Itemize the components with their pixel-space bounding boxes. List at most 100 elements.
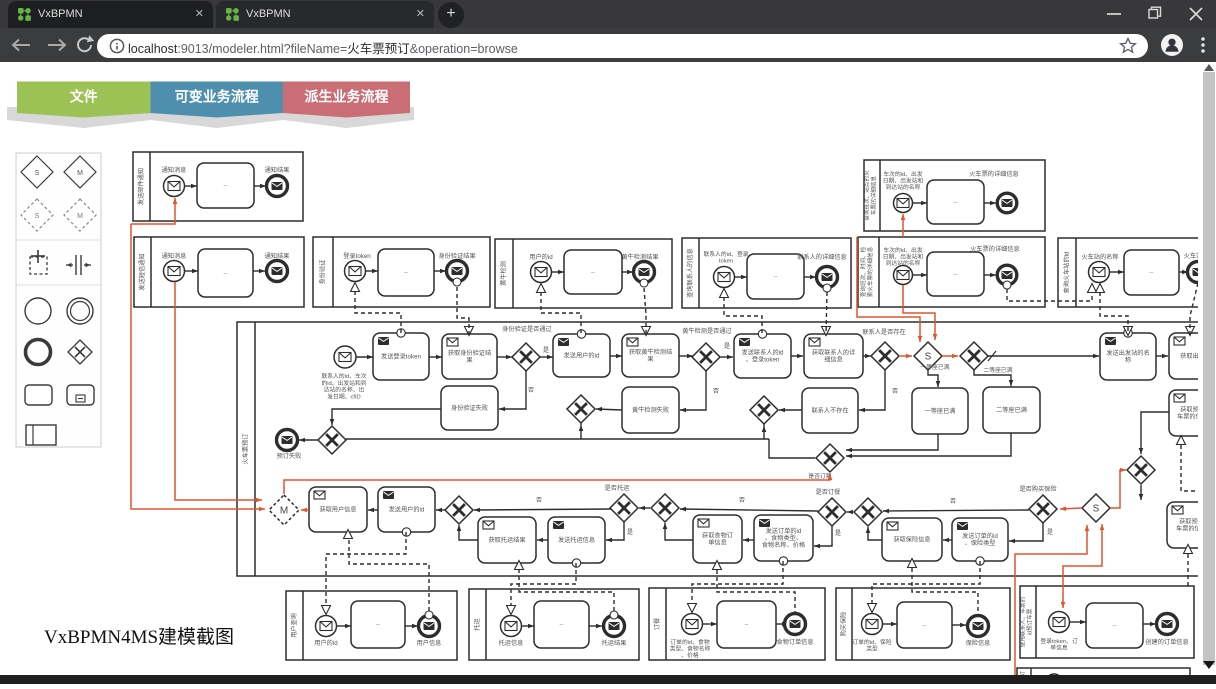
svg-text:发送出发站的名: 发送出发站的名 bbox=[1106, 349, 1149, 357]
svg-text:车次的id、出发: 车次的id、出发 bbox=[883, 246, 922, 254]
svg-text:–: – bbox=[923, 622, 927, 629]
svg-text:细信息: 细信息 bbox=[824, 356, 843, 364]
svg-text:黄牛检测: 黄牛检测 bbox=[500, 261, 508, 286]
svg-text:托运: 托运 bbox=[473, 618, 481, 630]
svg-text:订单的id、保险: 订单的id、保险 bbox=[852, 638, 891, 646]
svg-text:订单的id、食物: 订单的id、食物 bbox=[670, 638, 709, 646]
svg-text:黄牛检测失败: 黄牛检测失败 bbox=[632, 406, 669, 414]
svg-text:通知消息: 通知消息 bbox=[162, 252, 187, 260]
svg-text:到达站的名称: 到达站的名称 bbox=[886, 183, 921, 191]
svg-text:是: 是 bbox=[724, 343, 730, 350]
svg-text:发送邮件通知: 发送邮件通知 bbox=[137, 168, 145, 205]
svg-text:用户的id: 用户的id bbox=[529, 253, 553, 261]
svg-text:可变业务流程: 可变业务流程 bbox=[175, 89, 259, 105]
svg-text:索火车票的详细信息: 索火车票的详细信息 bbox=[866, 246, 874, 297]
svg-text:购买保险: 购买保险 bbox=[840, 611, 848, 637]
svg-text:、登录token: 、登录token bbox=[746, 356, 780, 364]
svg-text:否: 否 bbox=[892, 388, 898, 395]
svg-text:查询火车站的id: 查询火车站的id bbox=[1063, 251, 1071, 293]
svg-text:火车票预订: 火车票预订 bbox=[242, 434, 250, 465]
svg-text:VxBPMN4MS建模截图: VxBPMN4MS建模截图 bbox=[44, 626, 234, 648]
svg-text:是: 是 bbox=[627, 529, 633, 536]
svg-text:使用联系人、车票的: 使用联系人、车票的 bbox=[1019, 596, 1027, 647]
svg-text:获取托运结果: 获取托运结果 bbox=[488, 536, 525, 544]
svg-text:发送用户的id: 发送用户的id bbox=[389, 506, 425, 514]
svg-text:联系人的详细信息: 联系人的详细信息 bbox=[797, 253, 847, 261]
svg-text:–: – bbox=[404, 270, 408, 277]
svg-text:托运信息: 托运信息 bbox=[499, 639, 524, 647]
svg-text:登录token、订: 登录token、订 bbox=[1040, 637, 1078, 645]
svg-text:否: 否 bbox=[950, 498, 956, 505]
svg-text:一等座已满: 一等座已满 bbox=[921, 363, 950, 371]
svg-text:通知结果: 通知结果 bbox=[265, 252, 290, 260]
svg-text:类型: 类型 bbox=[866, 645, 878, 653]
svg-text:单信息: 单信息 bbox=[708, 539, 727, 547]
svg-text:食物名称、价格: 食物名称、价格 bbox=[762, 541, 806, 549]
svg-text:联系人的id、车次: 联系人的id、车次 bbox=[321, 372, 366, 380]
svg-text:S: S bbox=[925, 352, 932, 363]
svg-text:用户信息: 用户信息 bbox=[417, 639, 442, 647]
svg-text:M: M bbox=[280, 506, 288, 517]
svg-text:日期、出发站和: 日期、出发站和 bbox=[883, 253, 924, 261]
svg-text:发送短信通知: 发送短信通知 bbox=[138, 253, 146, 290]
svg-text:token: token bbox=[719, 259, 733, 265]
svg-text:获取黄牛检测结: 获取黄牛检测结 bbox=[629, 348, 672, 356]
svg-text:、食物类型、: 、食物类型、 bbox=[765, 534, 802, 542]
svg-text:查询联系人的信息: 查询联系人的信息 bbox=[686, 248, 694, 298]
svg-text:用户查询: 用户查询 bbox=[290, 613, 298, 638]
svg-text:M: M bbox=[77, 213, 83, 220]
svg-text:否: 否 bbox=[528, 387, 534, 394]
svg-text:否: 否 bbox=[713, 388, 719, 395]
svg-text:S: S bbox=[35, 213, 40, 220]
svg-text:发送用户的id: 发送用户的id bbox=[564, 352, 600, 360]
svg-text:联系人是否存在: 联系人是否存在 bbox=[862, 328, 905, 336]
svg-text:–: – bbox=[376, 622, 380, 629]
svg-text:是: 是 bbox=[835, 530, 841, 537]
svg-text:单信息: 单信息 bbox=[1050, 644, 1068, 652]
svg-text:果: 果 bbox=[647, 356, 653, 363]
svg-text:否: 否 bbox=[739, 497, 745, 504]
svg-text:是: 是 bbox=[1047, 529, 1053, 536]
svg-text:发日期、cfID: 发日期、cfID bbox=[327, 392, 361, 400]
svg-text:是否购买保险: 是否购买保险 bbox=[1019, 485, 1057, 493]
svg-text:–: – bbox=[591, 269, 595, 276]
svg-text:的id、出发站和到: 的id、出发站和到 bbox=[321, 379, 366, 387]
svg-text:获取用户信息: 获取用户信息 bbox=[319, 506, 356, 514]
svg-text:一等座已满: 一等座已满 bbox=[925, 407, 956, 415]
svg-text:–: – bbox=[774, 274, 778, 281]
svg-text:S: S bbox=[35, 170, 40, 177]
svg-text:查询班次、时间、检: 查询班次、时间、检 bbox=[859, 246, 867, 297]
svg-text:身份验证是否通过: 身份验证是否通过 bbox=[502, 325, 552, 333]
svg-text:–: – bbox=[954, 199, 958, 206]
svg-text:二等座已满: 二等座已满 bbox=[984, 366, 1013, 374]
svg-text:–: – bbox=[224, 270, 228, 277]
svg-text:车票的详细信息: 车票的详细信息 bbox=[870, 176, 878, 216]
svg-text:M: M bbox=[77, 170, 83, 177]
svg-text:日期、出发站和: 日期、出发站和 bbox=[883, 177, 924, 185]
svg-text:–: – bbox=[1150, 270, 1154, 277]
svg-text:–: – bbox=[745, 622, 749, 629]
svg-text:否: 否 bbox=[536, 497, 542, 504]
svg-text:预订失败: 预订失败 bbox=[277, 452, 302, 460]
svg-text:保险信息: 保险信息 bbox=[966, 639, 991, 647]
svg-text:联系人不存在: 联系人不存在 bbox=[811, 407, 848, 415]
svg-text:达站的名称、出: 达站的名称、出 bbox=[324, 386, 365, 394]
svg-text:身份验证失败: 身份验证失败 bbox=[451, 404, 488, 412]
svg-text:–: – bbox=[954, 271, 958, 278]
svg-text:是: 是 bbox=[543, 347, 549, 354]
svg-text:获取联系人的详: 获取联系人的详 bbox=[812, 348, 855, 356]
svg-text:发送订单的id: 发送订单的id bbox=[962, 532, 998, 540]
svg-text:–: – bbox=[560, 622, 564, 629]
svg-text:是否托运: 是否托运 bbox=[605, 484, 630, 492]
svg-text:火车站的名称: 火车站的名称 bbox=[1081, 253, 1118, 261]
svg-text:发送联系人的id: 发送联系人的id bbox=[742, 348, 784, 356]
svg-text:id预订车票: id预订车票 bbox=[1026, 608, 1034, 635]
svg-text:火车票的详细信息: 火车票的详细信息 bbox=[969, 170, 1019, 178]
svg-text:、价格: 、价格 bbox=[681, 651, 699, 659]
svg-text:托运结果: 托运结果 bbox=[602, 639, 627, 647]
svg-text:文件: 文件 bbox=[70, 89, 98, 105]
svg-text:食物订单信息: 食物订单信息 bbox=[776, 638, 813, 646]
svg-text:–: – bbox=[224, 183, 228, 190]
svg-text:发送托运信息: 发送托运信息 bbox=[558, 536, 595, 544]
svg-text:用户的id: 用户的id bbox=[314, 639, 338, 647]
